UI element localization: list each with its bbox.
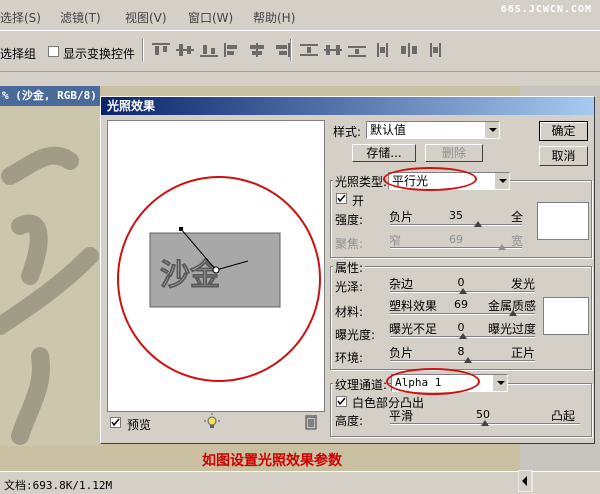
properties-label: 属性:	[333, 259, 366, 276]
focus-value: 69	[449, 233, 463, 246]
chevron-down-icon	[484, 122, 499, 138]
toolbar-separator	[142, 39, 144, 61]
document-size-status: 文档:693.8K/1.12M	[4, 479, 113, 492]
align-top-icon[interactable]	[152, 43, 170, 57]
menu-filter[interactable]: 滤镜(T)	[60, 9, 101, 26]
height-label: 高度:	[335, 414, 364, 428]
menu-select[interactable]: 选择(S)	[0, 9, 41, 26]
light-on-checkbox[interactable]	[336, 193, 347, 204]
gloss-slider-thumb[interactable]	[458, 288, 467, 294]
menu-window[interactable]: 窗口(W)	[188, 9, 233, 26]
trash-icon[interactable]	[304, 414, 318, 430]
distribute-vcenter-icon[interactable]	[324, 43, 342, 57]
align-bottom-icon[interactable]	[200, 43, 218, 57]
light-type-label: 光照类型:	[333, 173, 390, 190]
exposure-slider-thumb[interactable]	[458, 333, 467, 339]
show-transform-label: 显示变换控件	[63, 47, 136, 61]
scroll-arrow-icon[interactable]	[518, 470, 598, 492]
gloss-min-label: 杂边	[389, 277, 414, 291]
distribute-top-icon[interactable]	[300, 43, 318, 57]
delete-button[interactable]: 删除	[425, 144, 483, 162]
intensity-min-label: 负片	[389, 210, 414, 224]
menu-help[interactable]: 帮助(H)	[253, 9, 295, 26]
material-min-label: 塑料效果	[389, 299, 438, 313]
menu-view[interactable]: 视图(V)	[125, 9, 167, 26]
material-label: 材料:	[335, 305, 364, 319]
exposure-max-label: 曝光过度	[488, 322, 537, 336]
gloss-max-label: 发光	[511, 277, 536, 291]
texture-channel-label: 纹理通道:	[333, 376, 390, 393]
exposure-min-label: 曝光不足	[389, 322, 438, 336]
intensity-slider-thumb[interactable]	[474, 221, 483, 227]
menu-bar: 选择(S) 滤镜(T) 视图(V) 窗口(W) 帮助(H) 66S.JCWCN.…	[0, 0, 600, 31]
intensity-value: 35	[449, 209, 463, 222]
distribute-right-icon[interactable]	[424, 43, 442, 57]
intensity-label: 强度:	[335, 213, 364, 227]
align-left-icon[interactable]	[224, 43, 242, 57]
chevron-down-icon	[492, 375, 507, 391]
material-value: 69	[454, 298, 468, 311]
white-high-label: 白色部分凸出	[352, 396, 425, 410]
align-hcenter-icon[interactable]	[248, 43, 266, 57]
save-button[interactable]: 存储...	[352, 144, 416, 162]
options-bar: 选择组 显示变换控件	[0, 31, 600, 72]
ambience-label: 环境:	[335, 351, 364, 365]
ambience-slider-thumb[interactable]	[464, 357, 473, 363]
tutorial-caption: 如图设置光照效果参数	[202, 453, 342, 469]
cancel-button[interactable]: 取消	[539, 146, 588, 166]
gloss-label: 光泽:	[335, 280, 364, 294]
highlight-ellipse	[386, 368, 480, 395]
ambience-slider-track[interactable]	[390, 360, 535, 362]
style-select[interactable]: 默认值	[366, 121, 500, 139]
dialog-title[interactable]: 光照效果	[101, 97, 594, 115]
intensity-max-label: 全	[511, 210, 524, 224]
height-min-label: 平滑	[389, 409, 414, 423]
style-label: 样式:	[333, 125, 362, 139]
ambient-color-swatch[interactable]	[543, 297, 589, 335]
intensity-slider-track[interactable]	[390, 224, 522, 226]
exposure-label: 曝光度:	[335, 328, 376, 342]
ambience-max-label: 正片	[511, 346, 536, 360]
preview-label: 预览	[127, 418, 152, 432]
document-canvas[interactable]	[0, 106, 103, 446]
ok-button[interactable]: 确定	[539, 121, 588, 141]
distribute-left-icon[interactable]	[376, 43, 394, 57]
ambience-min-label: 负片	[389, 346, 414, 360]
align-vcenter-icon[interactable]	[176, 43, 194, 57]
preview-checkbox[interactable]	[110, 417, 121, 428]
height-slider-thumb[interactable]	[481, 420, 489, 426]
align-right-icon[interactable]	[272, 43, 290, 57]
document-title[interactable]: % (沙金, RGB/8)	[0, 86, 100, 106]
canvas-artwork	[0, 146, 99, 445]
light-on-label: 开	[352, 194, 365, 208]
distribute-bottom-icon[interactable]	[348, 43, 366, 57]
light-bulb-icon[interactable]	[203, 413, 221, 431]
light-color-swatch[interactable]	[537, 202, 589, 240]
select-group-label: 选择组	[0, 47, 37, 61]
style-select-value: 默认值	[370, 123, 407, 137]
chevron-down-icon	[494, 173, 509, 189]
site-watermark: 66S.JCWCN.COM	[500, 4, 592, 15]
material-slider-thumb[interactable]	[509, 310, 518, 316]
focus-label: 聚焦:	[335, 237, 364, 251]
highlight-ellipse	[383, 167, 477, 191]
highlight-ellipse	[117, 176, 321, 382]
focus-slider-thumb[interactable]	[498, 244, 507, 250]
distribute-hcenter-icon[interactable]	[400, 43, 418, 57]
white-high-checkbox[interactable]	[336, 396, 347, 407]
height-max-label: 凸起	[551, 409, 576, 423]
show-transform-checkbox[interactable]	[48, 46, 59, 57]
toolbar-separator	[290, 39, 292, 61]
